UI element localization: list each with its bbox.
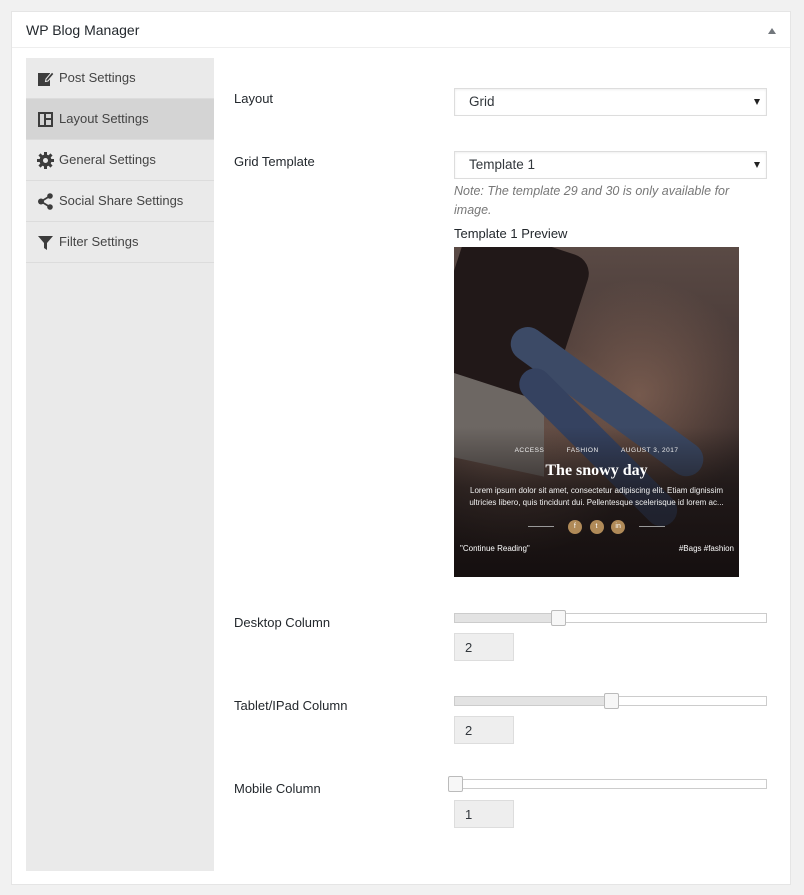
preview-categories: ACCESS FASHION AUGUST 3, 2017 <box>454 447 739 454</box>
sidebar-item-general-settings[interactable]: General Settings <box>26 140 214 181</box>
mobile-column-label: Mobile Column <box>234 781 321 796</box>
preview-post-title: The snowy day <box>545 462 648 479</box>
gear-icon <box>37 152 54 169</box>
desktop-column-value: 2 <box>454 633 514 661</box>
sidebar-item-label: Filter Settings <box>59 234 139 249</box>
collapse-arrow-icon[interactable] <box>768 28 776 34</box>
grid-template-label: Grid Template <box>234 154 315 169</box>
facebook-icon: f <box>567 519 582 534</box>
divider <box>528 526 555 528</box>
sidebar-item-post-settings[interactable]: Post Settings <box>26 58 214 99</box>
sidebar-item-social-share-settings[interactable]: Social Share Settings <box>26 181 214 222</box>
linkedin-icon: in <box>611 519 626 534</box>
tablet-column-slider[interactable] <box>454 693 767 709</box>
slider-fill <box>455 614 558 622</box>
slider-handle[interactable] <box>448 776 463 792</box>
preview-category: ACCESS <box>514 447 545 454</box>
twitter-icon: t <box>589 519 604 534</box>
share-icon <box>37 193 54 210</box>
divider <box>638 526 665 528</box>
preview-social-row: f t in <box>454 518 739 534</box>
preview-date: AUGUST 3, 2017 <box>620 447 679 454</box>
sidebar-item-layout-settings[interactable]: Layout Settings <box>26 99 214 140</box>
slider-fill <box>455 697 611 705</box>
dropdown-arrow-icon <box>754 162 760 168</box>
template-note: Note: The template 29 and 30 is only ava… <box>454 184 730 217</box>
slider-handle[interactable] <box>550 610 566 626</box>
edit-icon <box>37 70 54 87</box>
desktop-column-slider[interactable] <box>454 610 767 626</box>
mobile-column-slider[interactable] <box>448 776 767 792</box>
template-preview-image: ACCESS FASHION AUGUST 3, 2017 The snowy … <box>454 247 739 577</box>
sidebar-item-label: General Settings <box>59 152 156 167</box>
sidebar-item-label: Post Settings <box>59 70 136 85</box>
preview-title: Template 1 Preview <box>454 226 568 241</box>
slider-handle[interactable] <box>603 693 619 709</box>
layout-icon <box>37 111 54 128</box>
grid-template-select-value: Template 1 <box>469 157 536 172</box>
panel-header: WP Blog Manager <box>12 12 790 48</box>
dropdown-arrow-icon <box>754 99 760 105</box>
tablet-column-label: Tablet/IPad Column <box>234 698 348 713</box>
layout-select-value: Grid <box>469 94 495 109</box>
preview-continue-reading: "Continue Reading" <box>460 544 530 553</box>
sidebar-item-label: Layout Settings <box>59 111 149 126</box>
preview-category: FASHION <box>566 447 599 454</box>
mobile-column-value: 1 <box>454 800 514 828</box>
preview-excerpt: Lorem ipsum dolor sit amet, consectetur … <box>469 486 724 507</box>
sidebar-item-filter-settings[interactable]: Filter Settings <box>26 222 214 263</box>
wp-blog-manager-panel: WP Blog Manager Post Settings Layout Set… <box>11 11 791 885</box>
grid-template-select[interactable]: Template 1 <box>454 151 767 179</box>
desktop-column-label: Desktop Column <box>234 615 331 630</box>
filter-icon <box>37 234 54 251</box>
settings-sidebar: Post Settings Layout Settings General Se… <box>26 58 214 871</box>
layout-select[interactable]: Grid <box>454 88 767 116</box>
panel-title: WP Blog Manager <box>26 22 140 38</box>
tablet-column-value: 2 <box>454 716 514 744</box>
layout-label: Layout <box>234 91 274 106</box>
preview-tags: #Bags #fashion <box>678 544 734 553</box>
sidebar-item-label: Social Share Settings <box>59 193 184 208</box>
